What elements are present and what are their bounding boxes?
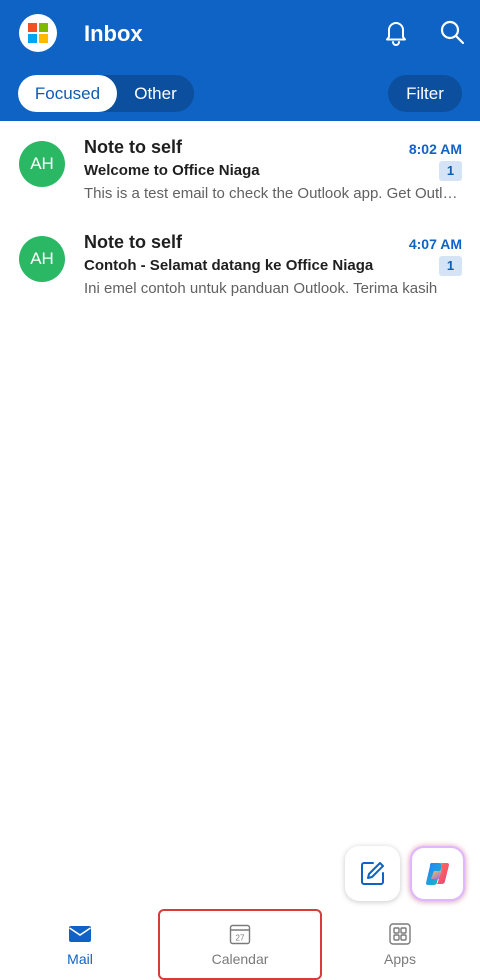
page-title: Inbox: [84, 21, 143, 46]
copilot-icon: [426, 863, 449, 885]
inbox-pivot: Focused Other: [18, 75, 194, 112]
thread-count-badge: 1: [439, 161, 462, 181]
message-preview: This is a test email to check the Outloo…: [84, 185, 462, 202]
message-subject: Contoh - Selamat datang ke Office Niaga: [84, 257, 374, 274]
copilot-button[interactable]: [410, 846, 465, 901]
app-header: Inbox Focused Other Filter: [0, 0, 480, 121]
compose-icon: [361, 862, 384, 885]
sender-name: Note to self: [84, 137, 183, 157]
thread-count-badge: 1: [439, 256, 462, 276]
message-list-item[interactable]: AH Note to self 8:02 AM Welcome to Offic…: [0, 121, 480, 216]
tab-focused[interactable]: Focused: [18, 75, 117, 112]
compose-button[interactable]: [345, 846, 400, 901]
message-subject: Welcome to Office Niaga: [84, 162, 260, 179]
sender-name: Note to self: [84, 232, 183, 252]
message-preview: Ini emel contoh untuk panduan Outlook. T…: [84, 280, 438, 297]
tab-apps-label: Apps: [384, 951, 416, 967]
tab-mail[interactable]: Mail: [0, 910, 160, 980]
mail-icon: [69, 926, 91, 942]
sender-avatar: AH: [19, 141, 65, 187]
search-icon[interactable]: [438, 18, 466, 46]
tab-mail-label: Mail: [67, 951, 93, 967]
calendar-highlight-box: [158, 909, 322, 980]
apps-grid-icon: [389, 923, 411, 945]
filter-button[interactable]: Filter: [388, 75, 462, 112]
message-time: 8:02 AM: [408, 141, 462, 157]
account-avatar-button[interactable]: [19, 14, 57, 52]
microsoft-logo-icon: [28, 23, 48, 43]
sender-avatar: AH: [19, 236, 65, 282]
bell-icon[interactable]: [382, 18, 410, 46]
tab-other[interactable]: Other: [117, 75, 194, 112]
message-list-item[interactable]: AH Note to self 4:07 AM Contoh - Selamat…: [0, 216, 480, 311]
tab-apps[interactable]: Apps: [320, 910, 480, 980]
message-time: 4:07 AM: [408, 236, 462, 252]
